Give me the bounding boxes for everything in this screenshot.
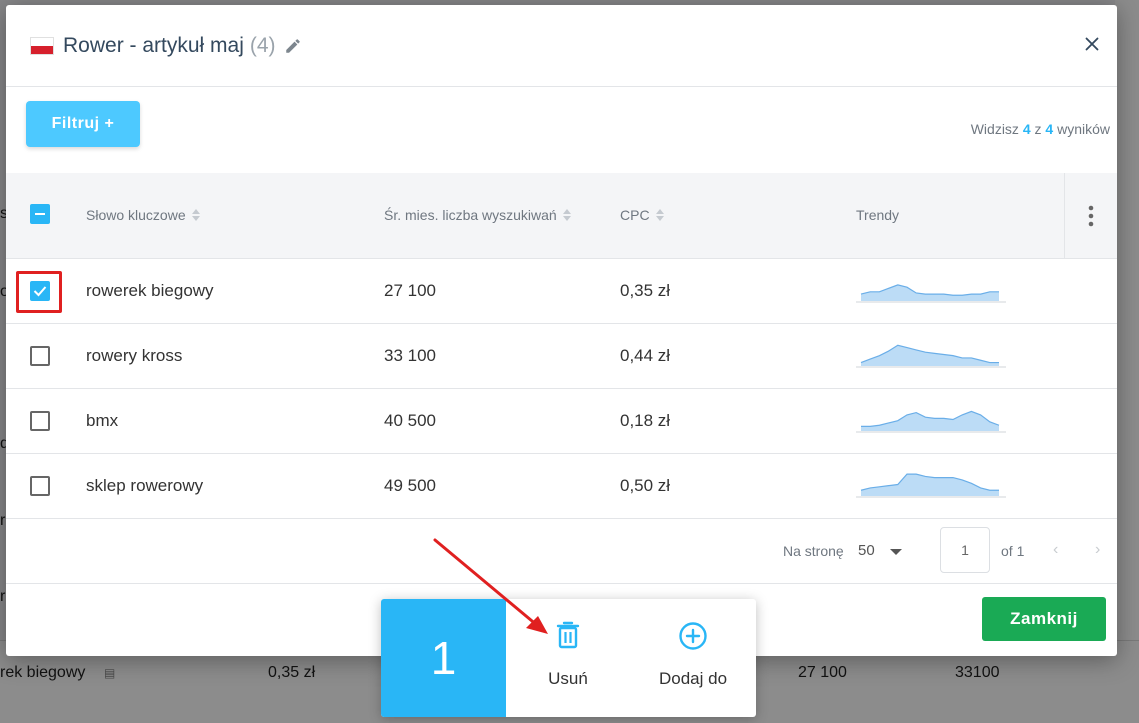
sparkline-area — [861, 284, 999, 301]
add-to-button[interactable]: Dodaj do — [633, 599, 753, 717]
row-checkbox[interactable] — [30, 476, 50, 496]
keyword-cell: sklep rowerowy — [86, 476, 204, 495]
cpc-cell: 0,35 zł — [620, 281, 671, 300]
footer-divider — [6, 583, 1117, 584]
cpc-cell: 0,44 zł — [620, 346, 671, 365]
volume-cell: 33 100 — [384, 346, 436, 365]
modal-title: Rower - artykuł maj — [63, 33, 244, 57]
trend-sparkline — [856, 410, 1006, 433]
results-prefix: Widzisz — [970, 121, 1019, 137]
column-trends-label: Trendy — [856, 207, 900, 223]
add-to-label: Dodaj do — [658, 669, 728, 688]
results-shown: 4 — [1022, 121, 1031, 137]
keyword-count: (4) — [249, 33, 276, 57]
column-volume-label: Śr. mies. liczba wyszukiwań — [384, 207, 557, 223]
sparkline-area — [861, 345, 999, 366]
delete-label: Usuń — [548, 669, 588, 688]
cpc-cell: 0,50 zł — [620, 476, 671, 495]
results-suffix: wyników — [1057, 121, 1110, 137]
per-page-select[interactable]: 50 — [858, 542, 875, 559]
page-number-input[interactable]: 1 — [940, 527, 990, 573]
volume-cell: 49 500 — [384, 476, 436, 495]
trend-sparkline — [856, 473, 1006, 498]
column-header-cpc[interactable]: CPC — [620, 207, 664, 223]
table-row[interactable]: rowerek biegowy 27 100 0,35 zł — [6, 259, 1117, 324]
filter-button[interactable]: Filtruj + — [26, 101, 140, 147]
selection-action-bar: 1 Usuń Dodaj do — [381, 599, 756, 717]
keyword-cell: rowery kross — [86, 346, 183, 365]
pagination: Na stronę 50 1 of 1 ‹ › — [6, 519, 1117, 583]
results-middle: z — [1034, 121, 1042, 137]
cpc-cell: 0,18 zł — [620, 411, 671, 430]
row-checkbox[interactable] — [30, 346, 50, 366]
table-row[interactable]: sklep rowerowy 49 500 0,50 zł — [6, 454, 1117, 519]
poland-flag-icon — [31, 37, 53, 54]
selected-count: 1 — [381, 599, 506, 717]
modal-header: Rower - artykuł maj (4) — [6, 5, 1117, 87]
close-button[interactable]: Zamknij — [982, 597, 1106, 641]
sort-icon — [655, 209, 664, 221]
sort-icon — [191, 209, 200, 221]
table-row[interactable]: rowery kross 33 100 0,44 zł — [6, 324, 1117, 389]
chevron-down-icon[interactable] — [890, 549, 902, 555]
trend-sparkline — [856, 284, 1006, 303]
keyword-list-modal: Rower - artykuł maj (4) Filtruj + Widzis… — [6, 5, 1117, 656]
pencil-icon[interactable] — [284, 37, 302, 55]
delete-button[interactable]: Usuń — [508, 599, 628, 717]
keyword-cell: bmx — [86, 411, 119, 430]
table-toolbar: Filtruj + Widzisz 4 z 4 wyników — [6, 87, 1117, 173]
plus-circle-icon — [679, 622, 707, 650]
column-header-trends: Trendy — [856, 207, 899, 223]
column-cpc-label: CPC — [620, 207, 650, 223]
results-total: 4 — [1045, 121, 1054, 137]
results-summary: Widzisz 4 z 4 wyników — [971, 121, 1110, 137]
table-header: Słowo kluczowe Śr. mies. liczba wyszukiw… — [6, 173, 1117, 259]
previous-page-icon[interactable]: ‹ — [1053, 541, 1058, 559]
column-options — [1064, 173, 1117, 259]
select-all-checkbox[interactable] — [30, 204, 50, 224]
trend-sparkline — [856, 344, 1006, 368]
column-header-keyword[interactable]: Słowo kluczowe — [86, 207, 200, 223]
page-total-label: of 1 — [1001, 543, 1025, 559]
kebab-menu-icon[interactable] — [1088, 205, 1094, 227]
per-page-label: Na stronę — [783, 543, 844, 559]
close-icon[interactable] — [1081, 33, 1103, 55]
selection-highlight-box — [16, 271, 62, 313]
sort-icon — [562, 209, 571, 221]
row-checkbox[interactable] — [30, 411, 50, 431]
volume-cell: 27 100 — [384, 281, 436, 300]
table-row[interactable]: bmx 40 500 0,18 zł — [6, 389, 1117, 454]
next-page-icon[interactable]: › — [1095, 541, 1100, 559]
volume-cell: 40 500 — [384, 411, 436, 430]
column-header-volume[interactable]: Śr. mies. liczba wyszukiwań — [384, 207, 571, 223]
column-keyword-label: Słowo kluczowe — [86, 207, 186, 223]
keyword-cell: rowerek biegowy — [86, 281, 214, 300]
trash-icon — [556, 621, 580, 649]
